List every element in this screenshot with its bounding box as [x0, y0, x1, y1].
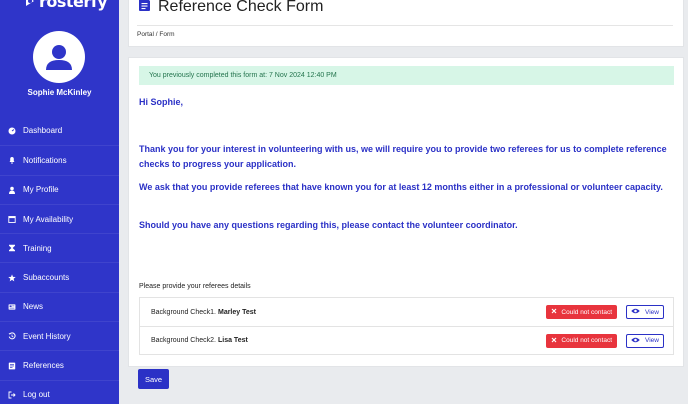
view-button[interactable]: View — [626, 305, 664, 319]
sidebar-item-label: Dashboard — [23, 126, 63, 136]
close-icon — [551, 308, 557, 316]
star-icon — [8, 274, 16, 282]
calendar-icon — [8, 215, 16, 223]
sidebar-item-label: Subaccounts — [23, 273, 70, 283]
sidebar-item-log-out[interactable]: Log out — [0, 379, 119, 404]
sidebar-item-label: Log out — [23, 390, 50, 400]
save-button[interactable]: Save — [138, 369, 169, 389]
referee-name: Marley Test — [217, 308, 256, 316]
references-icon — [8, 362, 16, 370]
sidebar-item-references[interactable]: References — [0, 350, 119, 379]
status-badge: Could not contact — [546, 333, 617, 348]
status-badge-label: Could not contact — [561, 337, 612, 344]
sidebar-item-label: References — [23, 361, 64, 371]
user-icon — [8, 186, 16, 194]
logo-text: rosterfy — [39, 0, 108, 11]
sidebar-item-dashboard[interactable]: Dashboard — [0, 116, 119, 145]
sidebar-item-label: News — [23, 302, 44, 312]
user-name: Sophie McKinley — [27, 88, 92, 97]
greeting-text: Hi Sophie, — [139, 97, 184, 107]
avatar[interactable] — [33, 31, 85, 83]
training-icon — [8, 244, 16, 252]
sidebar-item-training[interactable]: Training — [0, 233, 119, 262]
sidebar-item-news[interactable]: News — [0, 291, 119, 321]
page-title: Reference Check Form — [158, 0, 324, 15]
close-icon — [551, 337, 557, 345]
view-button[interactable]: View — [626, 333, 664, 348]
status-badge: Could not contact — [546, 305, 617, 319]
sidebar-item-subaccounts[interactable]: Subaccounts — [0, 262, 119, 291]
history-icon — [8, 332, 16, 340]
referee-name: Lisa Test — [217, 337, 248, 344]
eye-icon — [631, 337, 640, 345]
sidebar: rosterfy Sophie McKinley Dashboard Notif… — [0, 0, 119, 404]
sidebar-item-label: Training — [23, 243, 52, 253]
sidebar-item-event-history[interactable]: Event History — [0, 321, 119, 350]
document-icon — [139, 0, 150, 16]
page-header: Reference Check Form Portal / Form — [128, 0, 684, 47]
sidebar-item-label: My Availability — [23, 214, 74, 224]
logo-icon — [24, 0, 36, 8]
list-item: Background Check1. Marley Test Could not… — [140, 298, 673, 326]
referees-list: Background Check1. Marley Test Could not… — [139, 297, 674, 355]
bell-icon — [8, 156, 16, 165]
contact-paragraph: Should you have any questions regarding … — [139, 220, 518, 230]
sidebar-item-label: Event History — [23, 331, 71, 341]
sidebar-item-my-profile[interactable]: My Profile — [0, 174, 119, 204]
eye-icon — [631, 308, 640, 316]
dashboard-icon — [8, 127, 16, 135]
intro-paragraph: Thank you for your interest in volunteer… — [139, 144, 667, 169]
news-icon — [8, 303, 16, 311]
completed-alert: You previously completed this form at: 7… — [139, 66, 674, 85]
requirement-paragraph: We ask that you provide referees that ha… — [139, 182, 663, 192]
referees-label: Please provide your referees details — [139, 283, 251, 290]
breadcrumb[interactable]: Portal / Form — [137, 31, 175, 38]
list-item: Background Check2. Lisa Test Could not c… — [140, 326, 673, 354]
logout-icon — [8, 391, 16, 399]
sidebar-item-label: My Profile — [23, 185, 59, 195]
user-avatar-icon — [46, 45, 72, 70]
sidebar-item-notifications[interactable]: Notifications — [0, 145, 119, 174]
view-button-label: View — [645, 308, 659, 316]
sidebar-item-label: Notifications — [23, 155, 67, 165]
referee-prefix: Background Check2. — [151, 337, 216, 344]
logo[interactable]: rosterfy — [24, 0, 108, 11]
view-button-label: View — [645, 337, 659, 344]
referee-prefix: Background Check1. — [151, 308, 216, 316]
form-card: You previously completed this form at: 7… — [128, 57, 684, 367]
sidebar-item-my-availability[interactable]: My Availability — [0, 203, 119, 233]
page-title-wrap: Reference Check Form — [139, 0, 323, 16]
sidebar-nav: Dashboard Notifications My Profile My Av… — [0, 116, 119, 404]
header-divider — [137, 25, 673, 26]
status-badge-label: Could not contact — [561, 308, 612, 316]
